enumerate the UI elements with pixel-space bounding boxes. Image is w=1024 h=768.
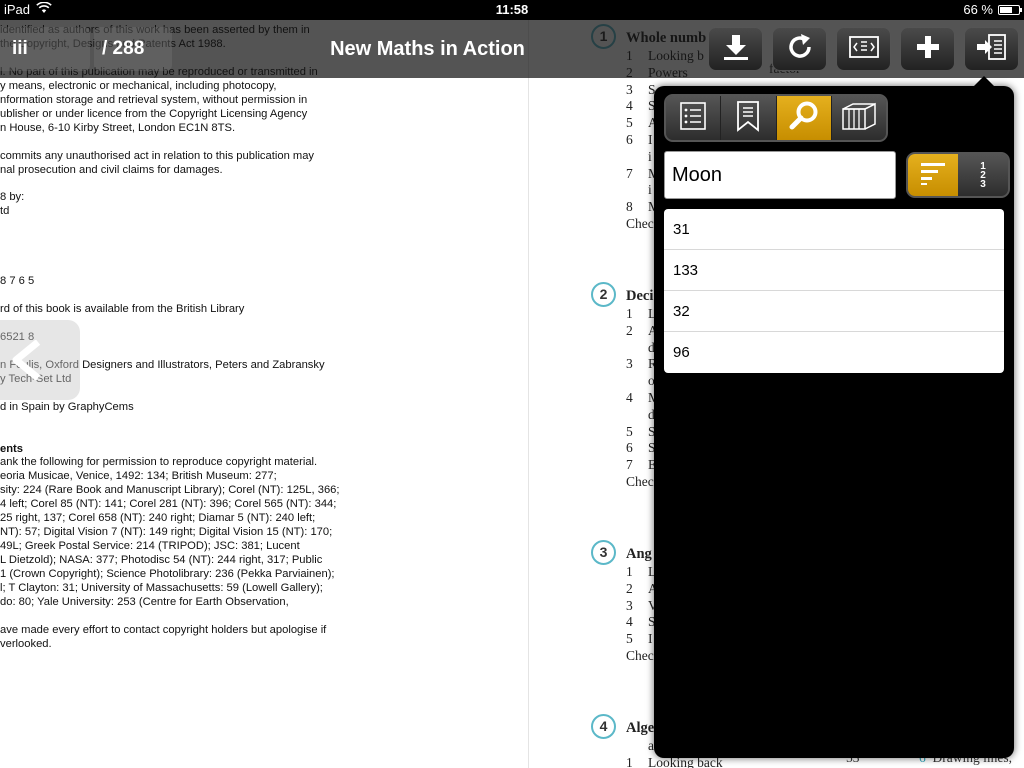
text-line: 8 by: [0,191,25,204]
text-line: NT): 57; Digital Vision 7 (NT): 149 righ… [0,526,333,539]
search-result-item[interactable]: 32 [664,291,1004,332]
book-icon [840,101,878,136]
search-result-item[interactable]: 31 [664,209,1004,250]
tab-library[interactable] [831,96,886,140]
contents-item[interactable]: 3S [626,82,656,98]
text-line: 1 (Crown Copyright); Science Photolibrar… [0,568,335,581]
text-line: y means, electronic or mechanical, inclu… [0,79,277,92]
status-bar: iPad 11:58 66 % [0,0,1024,20]
battery-icon [998,4,1022,15]
contents-item[interactable]: 5A [626,115,658,131]
chapter-number: 3 [591,540,616,565]
bookmarks-icon [735,100,761,137]
chapter-number: 4 [591,714,616,739]
add-button[interactable] [900,27,955,71]
contents-item[interactable]: 2A [626,323,658,339]
contents-item[interactable]: i [626,182,652,198]
contents-item[interactable]: Chec [626,474,654,490]
contents-item[interactable]: 3V [626,598,658,614]
popover-tab-bar [664,94,888,142]
contents-item[interactable]: 2A [626,581,658,597]
text-line: sity: 224 (Rare Book and Manuscript Libr… [0,484,340,497]
contents-item[interactable]: 6S [626,440,656,456]
sort-toggle: 1 2 3 [906,152,1010,198]
sort-numeric-icon: 1 2 3 [980,160,986,190]
text-line: verlooked. [0,637,52,650]
contents-item[interactable]: Chec [626,216,654,232]
contents-item[interactable]: a [626,738,654,754]
text-line: 25 right, 137; Corel 658 (NT): 240 right… [0,512,316,525]
exit-icon [975,32,1009,67]
text-line: rd of this book is available from the Br… [0,303,245,315]
contents-item[interactable]: d [626,407,655,423]
tab-search[interactable] [776,96,832,140]
chapter-number: 2 [591,282,616,307]
current-page-indicator[interactable]: iii [0,27,90,71]
text-line: l; T Clayton: 31; University of Massachu… [0,582,323,594]
previous-page-button[interactable] [0,320,80,400]
contents-item[interactable]: 4S [626,98,656,114]
text-line: 49L; Greek Postal Service: 214 (TRIPOD);… [0,540,300,553]
search-result-item[interactable]: 133 [664,250,1004,291]
download-icon [721,32,751,67]
search-input[interactable] [664,151,896,199]
contents-item[interactable]: 6I [626,132,653,148]
download-button[interactable] [708,27,763,71]
search-results-list: 31 133 32 96 [664,209,1004,373]
text-line: nformation storage and retrieval system,… [0,93,308,106]
contents-item[interactable]: 5I [626,631,653,647]
chapter-title[interactable]: Ang [626,546,652,563]
text-line: ank the following for permission to repr… [0,456,318,469]
text-line: L Dietzold); NASA: 377; Photodisc 54 (NT… [0,554,323,567]
battery-percent: 66 % [963,2,993,17]
refresh-button[interactable] [772,27,827,71]
chapter-title[interactable]: Deci [626,288,653,305]
add-icon [915,34,941,65]
text-line: nal prosecution and civil claims for dam… [0,163,223,176]
contents-item[interactable]: 7E [626,457,656,473]
text-line: commits any unauthorised act in relation… [0,149,315,162]
sort-by-page-button[interactable]: 1 2 3 [958,154,1008,196]
text-line: n House, 6-10 Kirby Street, London EC1N … [0,121,236,134]
contents-item[interactable]: o [626,373,655,389]
chapter-title[interactable]: Alge [626,720,654,737]
text-line: ave made every effort to contact copyrig… [0,623,327,636]
contents-item[interactable]: d [626,340,655,356]
book-title: New Maths in Action [330,38,525,60]
page-layout-icon [847,33,881,66]
tab-contents[interactable] [666,96,722,140]
text-line: eoria Musicae, Venice, 1492: 134; Britis… [0,470,277,483]
text-line: ublisher or under licence from the Copyr… [0,107,308,120]
contents-item[interactable]: Chec [626,648,654,664]
text-line: td [0,205,10,218]
search-icon [788,100,820,137]
contents-item[interactable]: i [626,149,652,165]
search-popover: 1 2 3 311333296 [654,76,1014,758]
sort-by-relevance-button[interactable] [908,154,958,196]
exit-book-button[interactable] [964,27,1019,71]
text-line: 4 left; Corel 85 (NT): 141; Corel 281 (N… [0,498,337,511]
refresh-icon [785,32,815,67]
text-line: d in Spain by GraphyCems [0,400,134,413]
left-page[interactable]: identified as authors of this work has b… [0,20,528,768]
contents-item[interactable]: 1L [626,564,656,580]
contents-item[interactable]: 5S [626,424,656,440]
text-line: ents [0,442,24,455]
text-line: do: 80; Yale University: 253 (Centre for… [0,595,289,608]
clock: 11:58 [495,2,529,17]
text-line: 8 7 6 5 [0,275,35,288]
page-layout-button[interactable] [836,27,891,71]
contents-item[interactable]: 3R [626,356,657,372]
top-toolbar: iii / 288 New Maths in Action [0,20,1024,78]
total-pages: / 288 [94,27,172,71]
list-icon [679,101,707,135]
contents-item[interactable]: 4S [626,614,656,630]
contents-item[interactable]: 1L [626,306,656,322]
search-result-item[interactable]: 96 [664,332,1004,373]
tab-bookmarks[interactable] [721,96,777,140]
sort-lines-icon [918,160,948,191]
